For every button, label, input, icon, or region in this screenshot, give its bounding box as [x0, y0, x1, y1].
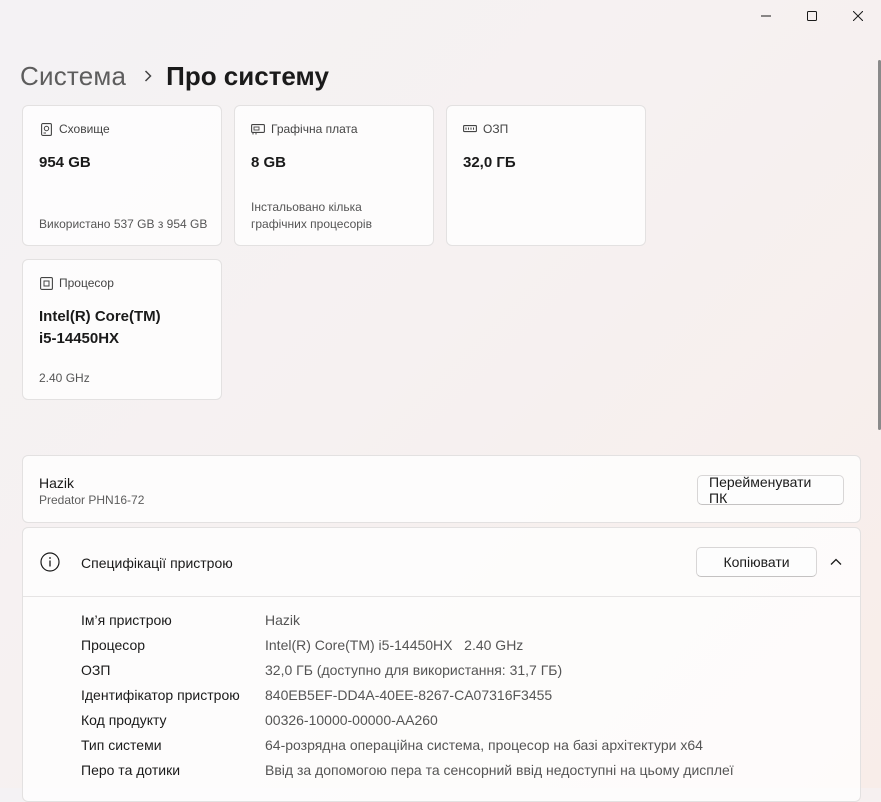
spec-row-system-type: Тип системи 64-розрядна операційна систем…	[81, 732, 734, 757]
cpu-card-header: Процесор	[39, 276, 114, 290]
page-title: Про систему	[166, 60, 329, 91]
cpu-value-line1: Intel(R) Core(TM)	[39, 308, 161, 325]
spec-key: Ім’я пристрою	[81, 611, 172, 628]
gpu-value: 8 GB	[251, 154, 287, 171]
storage-label: Сховище	[59, 122, 110, 136]
spec-row-device-id: Ідентифікатор пристрою 840EB5EF-DD4A-40EE…	[81, 682, 734, 707]
gpu-label: Графічна плата	[271, 122, 358, 136]
gpu-card[interactable]: Графічна плата 8 GB Інстальовано кілька …	[234, 105, 434, 246]
spec-value: 840EB5EF-DD4A-40EE-8267-CA07316F3455	[265, 686, 553, 703]
spec-value: 32,0 ГБ (доступно для використання: 31,7…	[265, 661, 563, 678]
spec-key: Процесор	[81, 636, 146, 653]
spec-value: 00326-10000-00000-AA260	[265, 711, 438, 728]
spec-row-ram: ОЗП 32,0 ГБ (доступно для використання: 3…	[81, 657, 734, 682]
gpu-sub-line1: Інстальовано кілька	[251, 200, 362, 214]
gpu-icon	[251, 122, 265, 136]
cpu-value-line2: i5-14450HX	[39, 330, 120, 347]
cpu-frequency: 2.40 GHz	[39, 371, 90, 385]
cpu-card[interactable]: Процесор Intel(R) Core(TM) i5-14450HX 2.…	[22, 259, 222, 400]
minimize-icon	[761, 15, 771, 17]
spec-row-processor: Процесор Intel(R) Core(TM) i5-14450HX 2.4…	[81, 632, 734, 657]
device-specifications-title: Специфікації пристрою	[81, 555, 233, 571]
cpu-icon	[39, 276, 53, 290]
ram-card[interactable]: ОЗП 32,0 ГБ	[446, 105, 646, 246]
storage-card-header: Сховище	[39, 122, 110, 136]
spec-key: ОЗП	[81, 661, 111, 678]
minimize-button[interactable]	[743, 0, 789, 32]
gpu-sub-line2: графічних процесорів	[251, 217, 372, 231]
close-icon	[853, 11, 863, 21]
device-specifications-card: Специфікації пристрою Копіювати Ім’я при…	[22, 527, 861, 802]
maximize-button[interactable]	[789, 0, 835, 32]
storage-value: 954 GB	[39, 154, 91, 171]
device-name-card: Hazik Predator PHN16-72 Перейменувати ПК	[22, 455, 861, 523]
storage-card[interactable]: Сховище 954 GB Використано 537 GB з 954 …	[22, 105, 222, 246]
specifications-list: Ім’я пристрою Hazik Процесор Intel(R) Core…	[81, 607, 734, 782]
chevron-up-icon[interactable]	[829, 555, 843, 574]
cpu-label: Процесор	[59, 276, 114, 290]
copy-button[interactable]: Копіювати	[696, 547, 817, 577]
close-button[interactable]	[835, 0, 881, 32]
spec-key: Код продукту	[81, 711, 167, 728]
maximize-icon	[807, 11, 817, 21]
spec-row-device-name: Ім’я пристрою Hazik	[81, 607, 734, 632]
spec-row-pen-touch: Перо та дотики Ввід за допомогою пера та …	[81, 757, 734, 782]
spec-value: Ввід за допомогою пера та сенсорний ввід…	[265, 761, 734, 778]
storage-icon	[39, 122, 53, 136]
device-specifications-header[interactable]: Специфікації пристрою Копіювати	[23, 528, 860, 597]
spec-key: Тип системи	[81, 736, 162, 753]
spec-row-product-id: Код продукту 00326-10000-00000-AA260	[81, 707, 734, 732]
spec-value: Intel(R) Core(TM) i5-14450HX 2.40 GHz	[265, 636, 524, 653]
spec-key: Ідентифікатор пристрою	[81, 686, 240, 703]
device-name: Hazik	[39, 475, 75, 491]
ram-card-header: ОЗП	[463, 122, 508, 136]
spec-value: Hazik	[265, 611, 301, 628]
storage-usage: Використано 537 GB з 954 GB	[39, 217, 208, 231]
spec-key: Перо та дотики	[81, 761, 181, 778]
device-model: Predator PHN16-72	[39, 493, 145, 507]
ram-label: ОЗП	[483, 122, 509, 136]
chevron-right-icon	[144, 70, 152, 82]
ram-value: 32,0 ГБ	[463, 154, 516, 171]
rename-pc-button[interactable]: Перейменувати ПК	[697, 474, 844, 506]
ram-icon	[463, 122, 477, 136]
breadcrumb-parent-link[interactable]: Система	[20, 61, 126, 92]
gpu-card-header: Графічна плата	[251, 122, 358, 136]
window-controls	[743, 0, 881, 32]
breadcrumb: Система Про систему	[20, 56, 329, 96]
spec-value: 64-розрядна операційна система, процесор…	[265, 736, 703, 753]
info-icon	[40, 552, 60, 577]
